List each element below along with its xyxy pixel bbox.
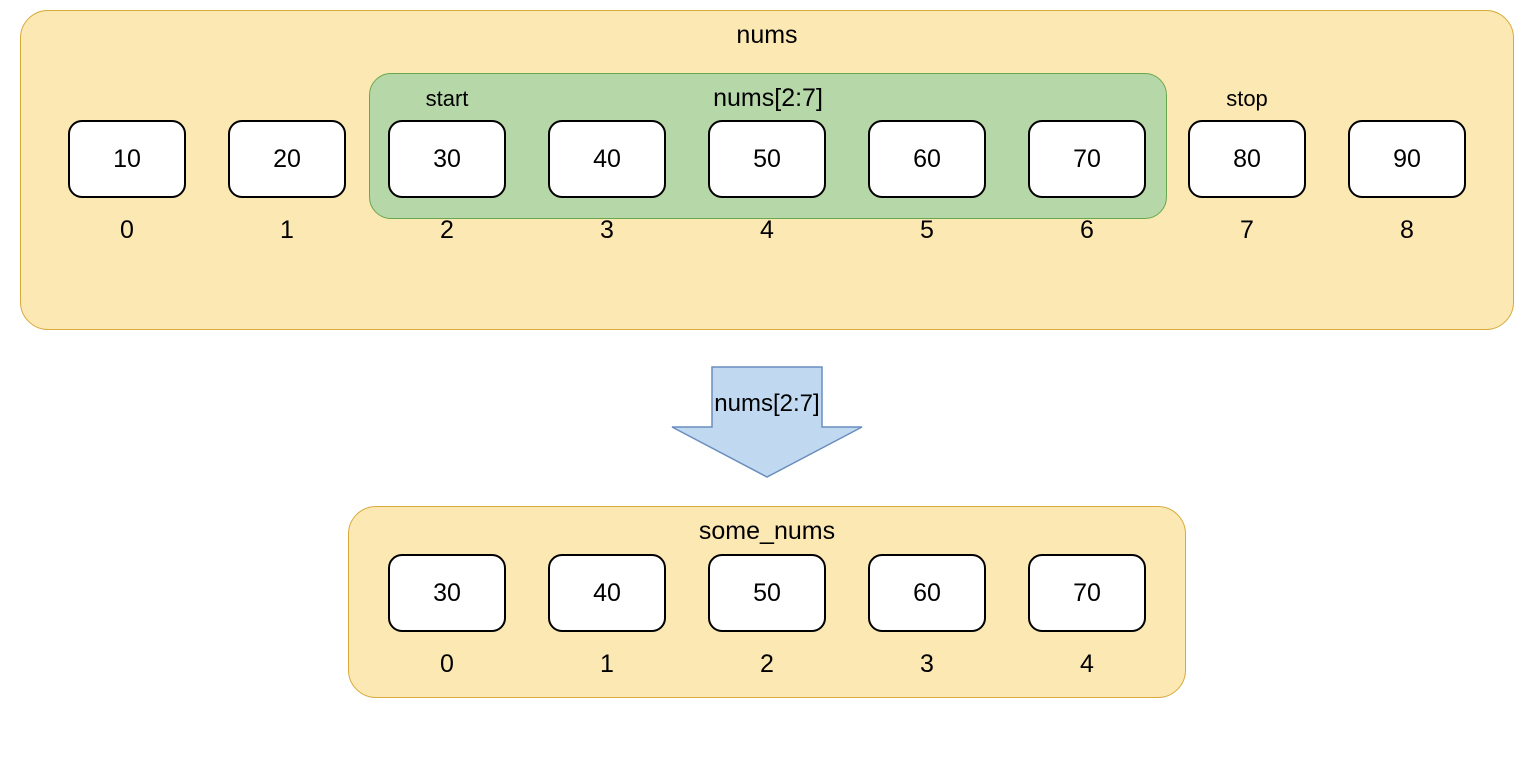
slice-label: nums[2:7] [370,84,1166,113]
nums-cell-wrapper: 50 4 [708,120,826,245]
some-nums-cell-wrapper: 40 1 [548,554,666,679]
some-nums-cell-wrapper: 60 3 [868,554,986,679]
nums-cell: 50 [708,120,826,198]
nums-cell: 90 [1348,120,1466,198]
start-label: start [426,86,469,112]
some-nums-cells-row: 30 0 40 1 50 2 60 3 70 4 [369,554,1165,679]
some-nums-cell: 60 [868,554,986,632]
some-nums-cell: 50 [708,554,826,632]
nums-cell: 40 [548,120,666,198]
nums-cell-wrapper: stop807 [1188,120,1306,245]
nums-index: 4 [760,216,774,245]
nums-cell: 70 [1028,120,1146,198]
nums-cell: 10 [68,120,186,198]
nums-container: nums nums[2:7] 10 0 20 1 start 30 2 40 3 50 4 60 5 70… [20,10,1514,330]
nums-cell-wrapper: 70 6 [1028,120,1146,245]
nums-cell-wrapper: 60 5 [868,120,986,245]
some-nums-index: 4 [1080,650,1094,679]
nums-title: nums [41,21,1493,50]
some-nums-cell: 70 [1028,554,1146,632]
some-nums-cell-wrapper: 50 2 [708,554,826,679]
nums-cell-wrapper: start302 [388,120,506,245]
arrow-section: nums[2:7] [20,362,1514,482]
some-nums-cell-wrapper: 70 4 [1028,554,1146,679]
nums-cell: 20 [228,120,346,198]
nums-index: 7 [1240,216,1254,245]
some-nums-index: 0 [440,650,454,679]
some-nums-index: 3 [920,650,934,679]
nums-cell-wrapper: 20 1 [228,120,346,245]
nums-index: 3 [600,216,614,245]
nums-index: 5 [920,216,934,245]
nums-cells-row: 100201start302403504605706stop807908 [41,120,1493,245]
some-nums-container: some_nums 30 0 40 1 50 2 60 3 70 4 [348,506,1186,698]
arrow-label: nums[2:7] [714,390,819,418]
nums-index: 1 [280,216,294,245]
some-nums-cell-wrapper: 30 0 [388,554,506,679]
some-nums-index: 1 [600,650,614,679]
some-nums-index: 2 [760,650,774,679]
nums-cell: 80 [1188,120,1306,198]
nums-index: 0 [120,216,134,245]
stop-label: stop [1226,86,1268,112]
nums-index: 2 [440,216,454,245]
nums-index: 6 [1080,216,1094,245]
nums-cell-wrapper: 90 8 [1348,120,1466,245]
some-nums-title: some_nums [369,517,1165,546]
some-nums-cell: 40 [548,554,666,632]
nums-cell-wrapper: 40 3 [548,120,666,245]
nums-cell: 60 [868,120,986,198]
nums-cell-wrapper: 10 0 [68,120,186,245]
some-nums-cell: 30 [388,554,506,632]
nums-cell: 30 [388,120,506,198]
down-arrow-icon [652,362,882,482]
nums-index: 8 [1400,216,1414,245]
